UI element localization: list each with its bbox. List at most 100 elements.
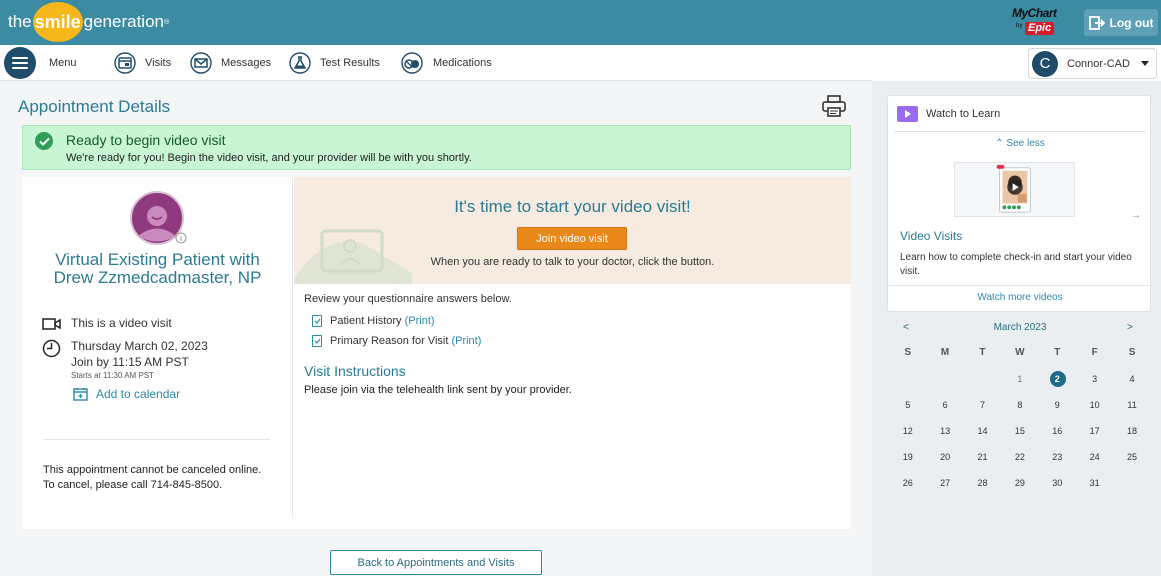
logo-text-the: the — [8, 12, 32, 31]
logo-smile-circle: smile — [32, 2, 83, 42]
header-divider — [894, 131, 1146, 132]
calendar-day[interactable]: 19 — [889, 449, 926, 465]
calendar-day-number: 14 — [977, 426, 988, 436]
calendar-day-number: 3 — [1092, 374, 1098, 384]
calendar-day-number: 16 — [1052, 426, 1063, 436]
calendar-day[interactable]: 16 — [1039, 423, 1076, 439]
calendar-weekday-label: T — [979, 347, 986, 358]
calendar-day[interactable]: 22 — [1001, 449, 1038, 465]
calendar-day[interactable]: 28 — [964, 475, 1001, 491]
calendar-day[interactable]: 12 — [889, 423, 926, 439]
epic-logo-text: Epic — [1025, 22, 1055, 35]
calendar-day-number: 13 — [940, 426, 951, 436]
calendar-empty-cell — [889, 371, 926, 387]
calendar-day[interactable]: 14 — [964, 423, 1001, 439]
calendar-day[interactable]: 6 — [926, 397, 963, 413]
calendar-day[interactable]: 9 — [1039, 397, 1076, 413]
calendar-day[interactable]: 4 — [1113, 371, 1150, 387]
calendar-week-row: 19 20 21 22 23 24 25 — [889, 449, 1151, 475]
calendar-weekday-label: W — [1015, 347, 1025, 358]
calendar-weekday: S — [889, 345, 926, 361]
calendar-weekday: W — [1001, 345, 1038, 361]
nav-visits[interactable]: Visits — [114, 45, 171, 81]
calendar-day-number: 1 — [1017, 374, 1023, 384]
questionnaire-item[interactable]: Patient History (Print) — [312, 315, 435, 327]
calendar-day[interactable]: 20 — [926, 449, 963, 465]
calendar-day[interactable]: 31 — [1076, 475, 1113, 491]
footer-divider — [888, 285, 1152, 286]
calendar-day[interactable]: 25 — [1113, 449, 1150, 465]
questionnaire-item[interactable]: Primary Reason for Visit (Print) — [312, 335, 481, 347]
calendar-day[interactable]: 23 — [1039, 449, 1076, 465]
calendar-day-number: 7 — [979, 400, 985, 410]
film-icon — [897, 106, 918, 122]
messages-icon — [190, 52, 212, 74]
video-visits-title[interactable]: Video Visits — [900, 229, 962, 243]
watch-more-videos-link[interactable]: Watch more videos — [888, 292, 1152, 303]
calendar-day-number: 24 — [1089, 452, 1100, 462]
logo-trademark: ® — [163, 18, 170, 26]
calendar-weekday: F — [1076, 345, 1113, 361]
print-link[interactable]: (Print) — [405, 315, 435, 327]
calendar-day[interactable]: 27 — [926, 475, 963, 491]
smile-generation-logo[interactable]: the smile generation ® — [8, 2, 169, 42]
calendar-day-number: 8 — [1017, 400, 1023, 410]
video-visit-row: This is a video visit — [42, 316, 172, 332]
calendar-day-number: 22 — [1014, 452, 1025, 462]
calendar-day[interactable]: 2 — [1039, 371, 1076, 387]
account-menu-button[interactable]: C Connor-CAD — [1028, 48, 1157, 79]
calendar-day[interactable]: 10 — [1076, 397, 1113, 413]
calendar-day[interactable]: 7 — [964, 397, 1001, 413]
calendar-day[interactable]: 15 — [1001, 423, 1038, 439]
print-link[interactable]: (Print) — [451, 335, 481, 347]
summary-divider — [43, 439, 270, 440]
calendar-day-number: 20 — [940, 452, 951, 462]
calendar-prev-button[interactable]: < — [903, 322, 909, 333]
calendar-day-number: 12 — [902, 426, 913, 436]
calendar-day[interactable]: 30 — [1039, 475, 1076, 491]
calendar-day[interactable]: 24 — [1076, 449, 1113, 465]
logout-button[interactable]: Log out — [1084, 9, 1158, 36]
checklist-icon — [312, 335, 322, 347]
add-to-calendar-link[interactable]: Add to calendar — [73, 387, 180, 401]
right-sidebar: Watch to Learn ⌃ See less → Video Visits… — [872, 81, 1161, 576]
calendar-day[interactable]: 18 — [1113, 423, 1150, 439]
page-title: Appointment Details — [18, 97, 171, 116]
nav-messages[interactable]: Messages — [190, 45, 271, 81]
calendar-day-number: 29 — [1014, 478, 1025, 488]
calendar-day[interactable]: 3 — [1076, 371, 1113, 387]
calendar-weekday-label: T — [1054, 347, 1061, 358]
nav-menu[interactable]: Menu — [4, 45, 77, 81]
see-less-link[interactable]: ⌃ See less — [888, 138, 1152, 149]
calendar-day-number: 28 — [977, 478, 988, 488]
nav-test-results[interactable]: Test Results — [289, 45, 380, 81]
calendar-add-icon — [73, 388, 88, 401]
calendar-day[interactable]: 8 — [1001, 397, 1038, 413]
calendar-day-number: 11 — [1127, 400, 1137, 410]
calendar-day-number: 31 — [1089, 478, 1100, 488]
calendar-week-row: 26 27 28 29 30 31 — [889, 475, 1151, 501]
join-video-visit-button[interactable]: Join video visit — [517, 227, 627, 250]
calendar-weekday: S — [1113, 345, 1150, 361]
provider-avatar[interactable]: i — [126, 191, 188, 245]
calendar-day[interactable]: 1 — [1001, 371, 1038, 387]
calendar-day[interactable]: 11 — [1113, 397, 1150, 413]
back-to-appointments-button[interactable]: Back to Appointments and Visits — [330, 550, 542, 575]
nav-menu-label: Menu — [49, 57, 77, 69]
calendar-weekday-row: SMTWTFS — [889, 345, 1151, 371]
calendar-day[interactable]: 5 — [889, 397, 926, 413]
visit-instructions-text: Please join via the telehealth link sent… — [304, 384, 572, 396]
nav-medications[interactable]: Medications — [400, 45, 492, 81]
arrow-right-icon[interactable]: → — [1131, 210, 1141, 221]
calendar-day[interactable]: 26 — [889, 475, 926, 491]
video-visit-hero: It's time to start your video visit! Joi… — [294, 177, 851, 284]
banner-message: We're ready for you! Begin the video vis… — [66, 152, 472, 164]
watch-to-learn-header: Watch to Learn — [897, 106, 1000, 122]
calendar-next-button[interactable]: > — [1127, 322, 1133, 333]
calendar-day[interactable]: 21 — [964, 449, 1001, 465]
calendar-day[interactable]: 13 — [926, 423, 963, 439]
video-thumbnail[interactable] — [954, 162, 1075, 217]
calendar-day[interactable]: 29 — [1001, 475, 1038, 491]
printer-icon[interactable] — [821, 95, 847, 117]
calendar-day[interactable]: 17 — [1076, 423, 1113, 439]
